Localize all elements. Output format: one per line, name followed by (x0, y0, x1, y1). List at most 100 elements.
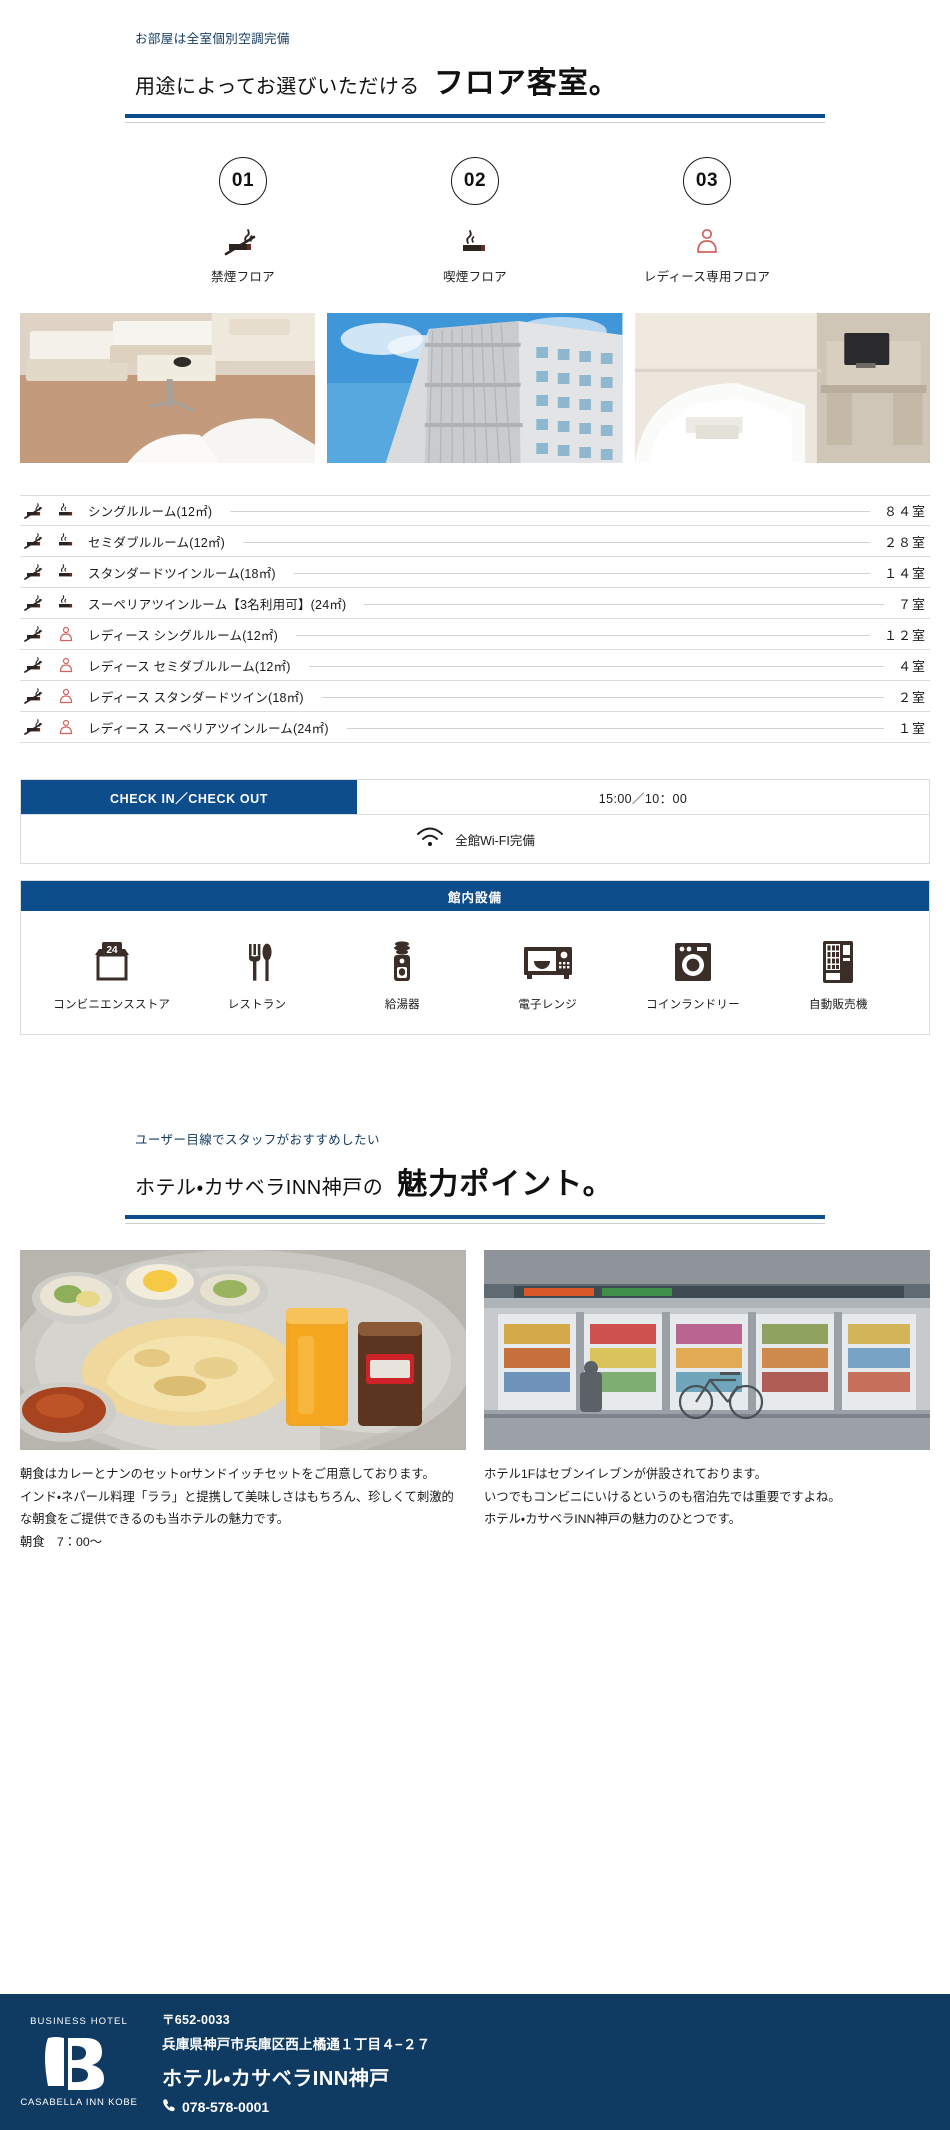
floor-label: 喫煙フロア (442, 270, 507, 284)
floor-item-01: 01 禁煙フロア (173, 157, 313, 285)
floor-number: 03 (683, 157, 731, 205)
facility-label: コインランドリー (646, 999, 740, 1011)
section-eyebrow: お部屋は全室個別空調完備 (135, 32, 290, 46)
footer-phone-number: 078-578-0001 (182, 2098, 270, 2115)
facility-item-microwave: 電子レンジ (475, 937, 620, 1012)
room-name: スタンダードツインルーム(18㎡) (88, 566, 276, 581)
room-name: スーペリアツインルーム【3名利用可】(24㎡) (88, 597, 347, 612)
checkin-panel: CHECK IN／CHECK OUT 15:00／10：00 全館Wi-FI完備 (20, 779, 930, 864)
floor-item-03: 03 レディース専用フロア (637, 157, 777, 285)
no-smoking-icon (173, 217, 313, 259)
room-count: ７室 (897, 596, 926, 612)
facility-item-restaurant: レストラン (184, 937, 329, 1012)
table-row: スーペリアツインルーム【3名利用可】(24㎡) ７室 (20, 588, 930, 619)
floor-label: 禁煙フロア (210, 270, 275, 284)
footer-hotel-name: ホテル・カサベラINN神戸 (162, 2068, 390, 2090)
ladies-icon (637, 217, 777, 259)
facility-label: コンビニエンスストア (53, 999, 171, 1011)
leader-line (321, 696, 884, 698)
wifi-row: 全館Wi-FI完備 (21, 814, 929, 863)
room-name: シングルルーム(12㎡) (88, 505, 213, 519)
no-smoking-icon (24, 595, 42, 611)
smoking-icon (405, 217, 545, 259)
table-row: レディース スーペリアツインルーム(24㎡) １室 (20, 712, 930, 743)
photo-hotel-exterior (327, 313, 623, 463)
appeal-card-text: ホテル1Fはセブンイレブンが併設されております。 いつでもコンビニにいけるという… (484, 1467, 841, 1527)
room-photo-strip (20, 313, 930, 463)
title-underline-thin (125, 1223, 825, 1224)
facilities-heading: 館内設備 (21, 881, 929, 911)
room-count: １２室 (883, 627, 926, 643)
photo-breakfast-curry-naan (20, 1250, 466, 1450)
appeal-card-breakfast: 朝食はカレーとナンのセットorサンドイッチセットをご用意しております。 インド・… (20, 1250, 466, 1554)
floor-number: 01 (219, 157, 267, 205)
photo-guest-room-single (634, 313, 930, 463)
page-root: お部屋は全室個別空調完備 用途によってお選びいただける フロア客室。 01 禁煙… (0, 0, 950, 2130)
smoking-icon (59, 533, 73, 546)
logo-mark-icon (18, 2031, 140, 2093)
smoking-icon (59, 595, 73, 608)
table-row: レディース シングルルーム(12㎡) １２室 (20, 619, 930, 650)
section-heading-rooms: お部屋は全室個別空調完備 用途によってお選びいただける フロア客室。 (125, 0, 825, 114)
leader-line (242, 541, 870, 543)
footer-logo[interactable]: BUSINESS HOTEL CASABELLA INN KOBE (18, 2016, 140, 2108)
floor-number: 02 (451, 157, 499, 205)
convenience-store-icon: 24 (39, 937, 184, 987)
title-underline-thick (125, 114, 825, 118)
facilities-panel: 館内設備 24 コンビニエンスストア レストラン 給湯器 電子レンジ コインラン… (20, 880, 930, 1035)
title-underline-thin (125, 122, 825, 123)
footer-info: 〒652-0033 兵庫県神戸市兵庫区西上橘通１丁目４−２７ ホテル・カサベラI… (162, 2009, 430, 2115)
facility-label: 給湯器 (384, 999, 420, 1011)
footer-zip: 〒652-0033 (162, 2013, 231, 2027)
section-title: 魅力ポイント。 (397, 1168, 614, 1201)
room-row-icons (24, 656, 88, 674)
ladies-icon (59, 626, 73, 642)
room-count: ２８室 (883, 534, 926, 550)
photo-guest-room-twin (20, 313, 316, 463)
leader-line (293, 572, 870, 574)
page-title: フロア客室。 (433, 67, 620, 100)
water-dispenser-icon (330, 937, 475, 987)
floor-type-list: 01 禁煙フロア 02 喫煙フロア 03 レディース専用フロア (0, 157, 950, 285)
room-count: ２室 (897, 689, 926, 705)
appeal-card-convenience-store: ホテル1Fはセブンイレブンが併設されております。 いつでもコンビニにいけるという… (484, 1250, 930, 1554)
room-name: レディース スーペリアツインルーム(24㎡) (88, 721, 329, 736)
no-smoking-icon (24, 626, 42, 642)
photo-convenience-store (484, 1250, 930, 1450)
appeal-card-list: 朝食はカレーとナンのセットorサンドイッチセットをご用意しております。 インド・… (20, 1250, 930, 1554)
room-row-icons (24, 532, 88, 550)
leader-line (364, 603, 884, 605)
checkin-row: CHECK IN／CHECK OUT 15:00／10：00 (21, 780, 929, 814)
room-count: １室 (897, 720, 926, 736)
floor-label: レディース専用フロア (643, 270, 771, 284)
table-row: レディース セミダブルルーム(12㎡) ４室 (20, 650, 930, 681)
no-smoking-icon (24, 657, 42, 673)
facility-label: 自動販売機 (809, 999, 868, 1011)
logo-top-text: BUSINESS HOTEL (30, 2016, 128, 2027)
checkin-value: 15:00／10：00 (598, 791, 688, 806)
leader-line (295, 634, 870, 636)
laundry-icon (620, 937, 765, 987)
room-row-icons (24, 502, 88, 520)
restaurant-icon (184, 937, 329, 987)
facility-item-convenience-store: 24 コンビニエンスストア (39, 937, 184, 1012)
section-title-lead: ホテル・カサベラINN神戸の (135, 1177, 384, 1199)
logo-bottom-text: CASABELLA INN KOBE (20, 2097, 138, 2108)
no-smoking-icon (24, 564, 42, 580)
room-row-icons (24, 594, 88, 612)
leader-line (230, 511, 870, 512)
facility-item-water-dispenser: 給湯器 (330, 937, 475, 1012)
no-smoking-icon (24, 502, 42, 519)
vending-machine-icon (766, 937, 911, 987)
appeal-card-text: 朝食はカレーとナンのセットorサンドイッチセットをご用意しております。 インド・… (20, 1467, 454, 1550)
section-title-row: ホテル・カサベラINN神戸の 魅力ポイント。 (125, 1159, 825, 1215)
facility-item-vending-machine: 自動販売機 (766, 937, 911, 1012)
footer-phone[interactable]: 078-578-0001 (162, 2098, 430, 2115)
room-row-icons (24, 563, 88, 581)
microwave-icon (475, 937, 620, 987)
leader-line (308, 665, 884, 667)
footer-address: 兵庫県神戸市兵庫区西上橘通１丁目４−２７ (162, 2037, 431, 2052)
checkin-label: CHECK IN／CHECK OUT (21, 780, 357, 814)
section-title-row: 用途によってお選びいただける フロア客室。 (125, 58, 825, 114)
room-row-icons (24, 718, 88, 736)
